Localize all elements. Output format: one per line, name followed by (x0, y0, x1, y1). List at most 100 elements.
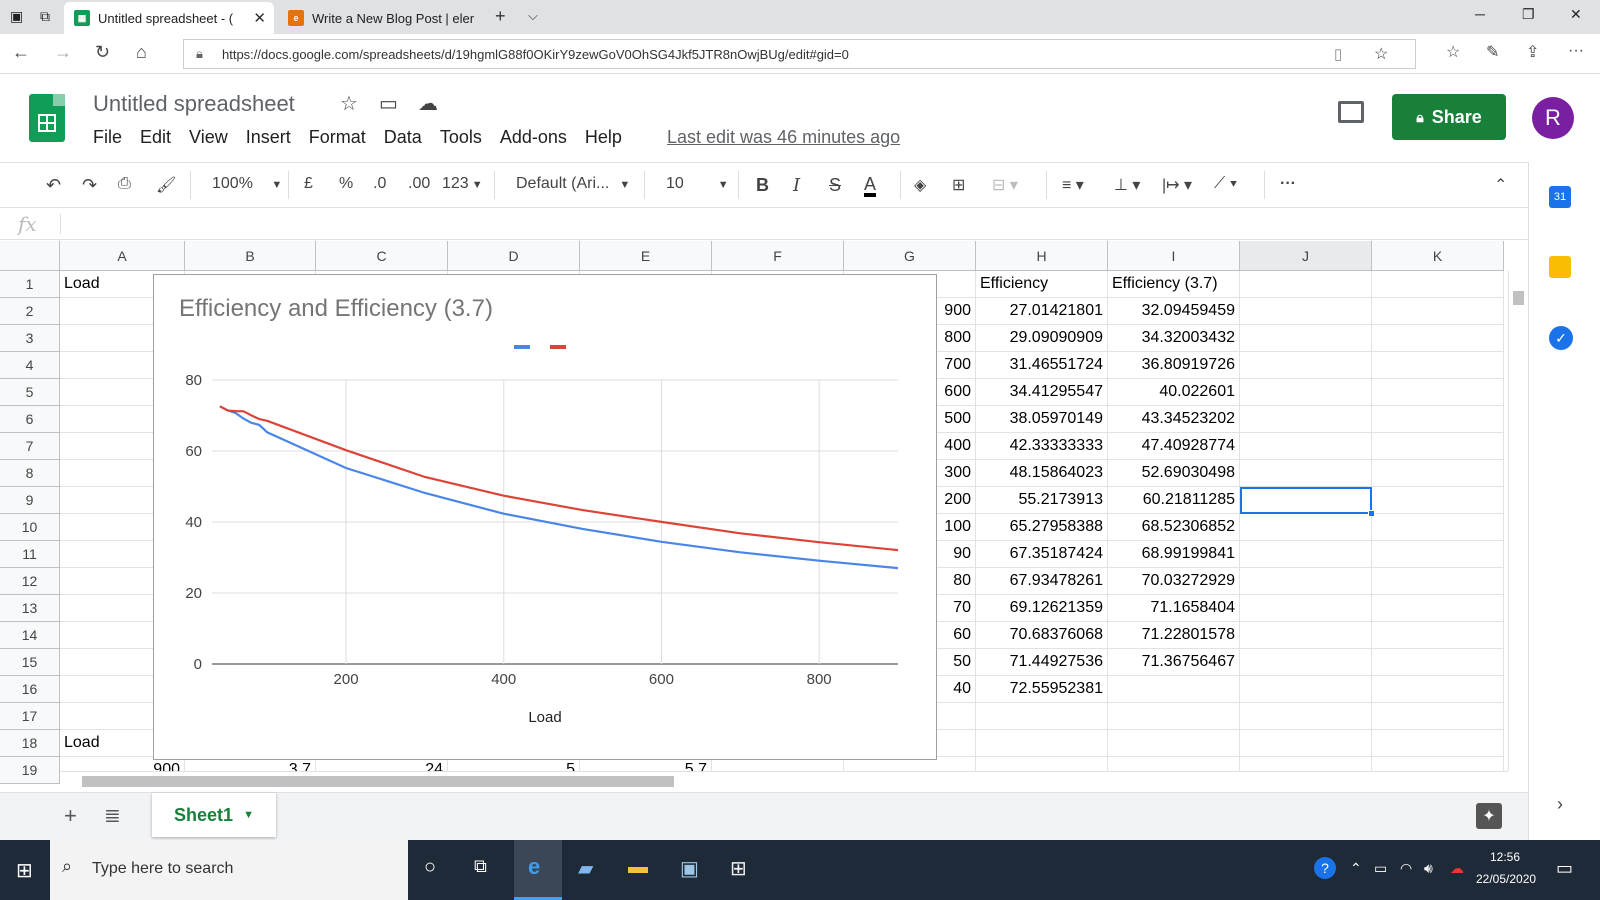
cell-k4[interactable] (1372, 352, 1504, 379)
horizontal-align-icon[interactable]: ≡ ▾ (1062, 175, 1084, 195)
redo-icon[interactable]: ↷ (82, 175, 97, 196)
cell-h9[interactable]: 55.2173913 (976, 487, 1108, 514)
bold-button[interactable]: B (756, 175, 769, 196)
new-tab-icon[interactable]: + (495, 6, 506, 27)
paint-format-icon[interactable]: 🖌︎ (156, 175, 176, 195)
menu-insert[interactable]: Insert (246, 127, 291, 148)
menu-file[interactable]: File (93, 127, 122, 148)
cell-k9[interactable] (1372, 487, 1504, 514)
cell-k14[interactable] (1372, 622, 1504, 649)
cell-i14[interactable]: 71.22801578 (1108, 622, 1240, 649)
increase-decimal-button[interactable]: .00 (408, 175, 430, 193)
column-header-b[interactable]: B (185, 241, 316, 271)
cell-h1[interactable]: Efficiency (976, 271, 1108, 298)
cell-j12[interactable] (1240, 568, 1372, 595)
scroll-thumb[interactable] (1513, 291, 1524, 305)
cell-i10[interactable]: 68.52306852 (1108, 514, 1240, 541)
column-header-c[interactable]: C (316, 241, 448, 271)
cell-i11[interactable]: 68.99199841 (1108, 541, 1240, 568)
settings-more-icon[interactable]: ··· (1568, 42, 1584, 60)
borders-icon[interactable]: ⊞ (952, 175, 965, 195)
app-icon[interactable]: ▰ (578, 856, 593, 881)
cell-h18[interactable] (976, 730, 1108, 757)
star-icon[interactable]: ☆ (340, 91, 358, 116)
row-header-2[interactable]: 2 (0, 298, 60, 325)
keep-icon[interactable] (1549, 256, 1571, 278)
cell-j2[interactable] (1240, 298, 1372, 325)
cell-k6[interactable] (1372, 406, 1504, 433)
cell-j7[interactable] (1240, 433, 1372, 460)
cell-h7[interactable]: 42.33333333 (976, 433, 1108, 460)
clock-time[interactable]: 12:56 (1490, 850, 1520, 864)
reading-view-icon[interactable]: ▯ (1334, 45, 1342, 63)
row-header-17[interactable]: 17 (0, 703, 60, 730)
calendar-icon[interactable]: 31 (1549, 186, 1571, 208)
tab-spreadsheet[interactable]: ▦ Untitled spreadsheet - ( ✕ (64, 2, 274, 34)
battery-icon[interactable]: ▭ (1374, 860, 1387, 877)
row-header-10[interactable]: 10 (0, 514, 60, 541)
text-wrap-icon[interactable]: |↦ ▾ (1162, 175, 1192, 195)
photos-icon[interactable]: ▣ (680, 856, 699, 881)
row-header-16[interactable]: 16 (0, 676, 60, 703)
cell-h5[interactable]: 34.41295547 (976, 379, 1108, 406)
column-header-e[interactable]: E (580, 241, 712, 271)
column-header-i[interactable]: I (1108, 241, 1240, 271)
avatar[interactable]: R (1532, 97, 1574, 139)
zoom-select[interactable]: 100% ▼ (212, 175, 282, 193)
row-header-9[interactable]: 9 (0, 487, 60, 514)
cell-j15[interactable] (1240, 649, 1372, 676)
strikethrough-button[interactable]: S (829, 175, 841, 196)
menu-help[interactable]: Help (585, 127, 622, 148)
cell-k1[interactable] (1372, 271, 1504, 298)
cell-k15[interactable] (1372, 649, 1504, 676)
currency-button[interactable]: £ (304, 175, 313, 193)
row-header-5[interactable]: 5 (0, 379, 60, 406)
row-header-3[interactable]: 3 (0, 325, 60, 352)
move-folder-icon[interactable]: ▭ (379, 91, 398, 116)
column-header-g[interactable]: G (844, 241, 976, 271)
forward-icon[interactable]: → (54, 42, 72, 63)
fill-handle[interactable] (1368, 510, 1375, 517)
italic-button[interactable]: I (793, 175, 800, 196)
cell-k8[interactable] (1372, 460, 1504, 487)
cell-k5[interactable] (1372, 379, 1504, 406)
menu-addons[interactable]: Add-ons (500, 127, 567, 148)
cell-i1[interactable]: Efficiency (3.7) (1108, 271, 1240, 298)
menu-data[interactable]: Data (384, 127, 422, 148)
window-close-icon[interactable]: ✕ (1570, 6, 1582, 23)
text-rotate-icon[interactable]: ⟋ ▾ (1214, 175, 1237, 193)
tasks-icon[interactable]: ✓ (1549, 326, 1573, 350)
clock-date[interactable]: 22/05/2020 (1476, 872, 1536, 886)
font-select[interactable]: Default (Ari... ▼ (516, 175, 630, 193)
menu-format[interactable]: Format (309, 127, 366, 148)
cell-j14[interactable] (1240, 622, 1372, 649)
tab-actions-icon[interactable]: ⧉ (40, 8, 50, 25)
row-header-12[interactable]: 12 (0, 568, 60, 595)
cell-i18[interactable] (1108, 730, 1240, 757)
more-options-button[interactable]: ··· (1280, 175, 1296, 193)
task-view-icon[interactable]: ⧉ (474, 856, 487, 877)
home-icon[interactable]: ⌂ (136, 42, 147, 63)
cell-h3[interactable]: 29.09090909 (976, 325, 1108, 352)
store-icon[interactable]: ⊞ (730, 856, 747, 881)
all-sheets-icon[interactable]: ≣ (104, 803, 121, 828)
cell-j18[interactable] (1240, 730, 1372, 757)
cell-h12[interactable]: 67.93478261 (976, 568, 1108, 595)
last-edit-link[interactable]: Last edit was 46 minutes ago (667, 127, 900, 148)
cell-j13[interactable] (1240, 595, 1372, 622)
cell-k12[interactable] (1372, 568, 1504, 595)
onedrive-icon[interactable]: ☁ (1450, 860, 1464, 877)
explore-icon[interactable]: ✦ (1476, 803, 1502, 829)
cell-i8[interactable]: 52.69030498 (1108, 460, 1240, 487)
menu-view[interactable]: View (189, 127, 228, 148)
select-all-corner[interactable] (0, 241, 60, 271)
row-header-14[interactable]: 14 (0, 622, 60, 649)
cell-k18[interactable] (1372, 730, 1504, 757)
cell-i4[interactable]: 36.80919726 (1108, 352, 1240, 379)
close-tab-icon[interactable]: ✕ (253, 9, 266, 27)
cell-j4[interactable] (1240, 352, 1372, 379)
row-header-19[interactable]: 19 (0, 757, 60, 784)
font-size-select[interactable]: 10 ▼ (666, 175, 729, 193)
cell-i13[interactable]: 71.1658404 (1108, 595, 1240, 622)
wifi-icon[interactable]: ◠ (1400, 860, 1412, 877)
